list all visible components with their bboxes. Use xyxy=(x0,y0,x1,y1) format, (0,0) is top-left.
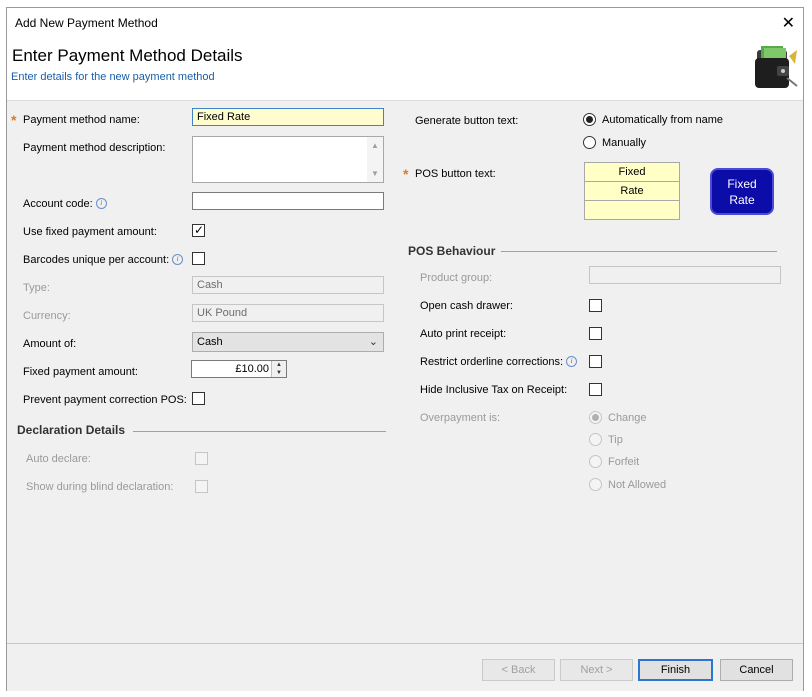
required-marker: * xyxy=(11,112,17,128)
auto-option-label[interactable]: Automatically from name xyxy=(602,114,723,126)
account-code-label: Account code: i xyxy=(23,198,107,210)
currency-field: UK Pound xyxy=(192,304,384,322)
pos-button-preview: Fixed Rate xyxy=(710,168,774,215)
stepper-buttons[interactable]: ▲ ▼ xyxy=(271,361,286,377)
next-button[interactable]: Next > xyxy=(560,659,633,681)
type-label: Type: xyxy=(23,282,50,294)
overpayment-radio-tip xyxy=(589,433,602,446)
scroll-down-icon[interactable]: ▼ xyxy=(371,169,379,178)
barcodes-label-text: Barcodes unique per account: xyxy=(23,254,170,266)
chevron-down-icon[interactable]: ⌄ xyxy=(369,335,378,348)
preview-line: Fixed xyxy=(727,177,757,191)
amount-of-label: Amount of: xyxy=(23,338,77,350)
radio-selected-dot xyxy=(586,116,593,123)
overpayment-radio-forfeit xyxy=(589,455,602,468)
radio-selected-dot xyxy=(592,414,599,421)
overpayment-option-label: Tip xyxy=(608,434,623,446)
description-textarea[interactable]: ▲ ▼ xyxy=(192,136,384,183)
section-divider xyxy=(501,251,777,252)
finish-button[interactable]: Finish xyxy=(638,659,713,681)
back-button[interactable]: < Back xyxy=(482,659,555,681)
pos-text-line[interactable]: Rate xyxy=(585,182,679,201)
prevent-correction-checkbox[interactable] xyxy=(192,392,205,405)
window-title: Add New Payment Method xyxy=(15,16,158,30)
overpayment-label: Overpayment is: xyxy=(420,412,501,424)
declaration-section-title: Declaration Details xyxy=(17,423,126,437)
amount-of-value: Cash xyxy=(197,336,223,348)
dialog-window: Add New Payment Method ✕ Enter Payment M… xyxy=(6,7,804,691)
wallet-icon xyxy=(755,46,798,88)
name-label: Payment method name: xyxy=(23,114,140,126)
blind-declaration-label: Show during blind declaration: xyxy=(26,481,174,493)
restrict-corrections-label: Restrict orderline corrections: i xyxy=(420,356,578,368)
payment-name-input[interactable]: Fixed Rate xyxy=(192,108,384,126)
auto-declare-label: Auto declare: xyxy=(26,453,91,465)
auto-radio[interactable] xyxy=(583,113,596,126)
auto-declare-checkbox xyxy=(195,452,208,465)
overpayment-option-label: Not Allowed xyxy=(608,479,667,491)
step-up-icon[interactable]: ▲ xyxy=(272,361,286,369)
product-group-label: Product group: xyxy=(420,272,493,284)
step-down-icon[interactable]: ▼ xyxy=(272,369,286,377)
generate-text-label: Generate button text: xyxy=(415,115,519,127)
account-code-label-text: Account code: xyxy=(23,198,93,210)
description-scrollbar[interactable]: ▲ ▼ xyxy=(367,137,383,182)
overpayment-radio-not-allowed xyxy=(589,478,602,491)
type-field: Cash xyxy=(192,276,384,294)
prevent-correction-label: Prevent payment correction POS: xyxy=(23,394,187,406)
blind-declaration-checkbox xyxy=(195,480,208,493)
overpayment-option-label: Change xyxy=(608,412,647,424)
form-body: * Payment method name: Fixed Rate Paymen… xyxy=(7,101,803,643)
account-code-input[interactable] xyxy=(192,192,384,210)
overpayment-radio-change xyxy=(589,411,602,424)
info-icon[interactable]: i xyxy=(566,356,578,367)
restrict-corrections-label-text: Restrict orderline corrections: xyxy=(420,356,564,368)
section-divider xyxy=(133,431,386,432)
cancel-button[interactable]: Cancel xyxy=(720,659,793,681)
fixed-amount-value: £10.00 xyxy=(235,363,269,375)
pos-behaviour-section-title: POS Behaviour xyxy=(408,244,496,258)
restrict-corrections-checkbox[interactable] xyxy=(589,355,602,368)
pos-text-line[interactable] xyxy=(585,201,679,220)
fixed-amount-label: Fixed payment amount: xyxy=(23,366,138,378)
description-label: Payment method description: xyxy=(23,142,166,154)
wizard-footer: < Back Next > Finish Cancel xyxy=(7,643,803,691)
page-subtitle: Enter details for the new payment method xyxy=(11,71,215,83)
info-icon[interactable]: i xyxy=(172,254,184,265)
barcodes-label: Barcodes unique per account: i xyxy=(23,254,184,266)
barcodes-checkbox[interactable] xyxy=(192,252,205,265)
manual-option-label[interactable]: Manually xyxy=(602,137,646,149)
page-title: Enter Payment Method Details xyxy=(12,46,243,65)
auto-print-label: Auto print receipt: xyxy=(420,328,507,340)
pos-text-line[interactable]: Fixed xyxy=(585,163,679,182)
hide-tax-label: Hide Inclusive Tax on Receipt: xyxy=(420,384,568,396)
open-drawer-label: Open cash drawer: xyxy=(420,300,513,312)
title-bar: Add New Payment Method ✕ xyxy=(7,8,803,38)
manual-radio[interactable] xyxy=(583,136,596,149)
required-marker: * xyxy=(403,166,409,182)
open-drawer-checkbox[interactable] xyxy=(589,299,602,312)
wizard-header: Enter Payment Method Details Enter detai… xyxy=(7,38,803,101)
scroll-up-icon[interactable]: ▲ xyxy=(371,141,379,150)
auto-print-checkbox[interactable] xyxy=(589,327,602,340)
amount-of-dropdown[interactable]: Cash ⌄ xyxy=(192,332,384,352)
overpayment-option-label: Forfeit xyxy=(608,456,640,468)
hide-tax-checkbox[interactable] xyxy=(589,383,602,396)
product-group-field xyxy=(589,266,781,284)
info-icon[interactable]: i xyxy=(95,198,107,209)
use-fixed-checkbox[interactable]: ✓ xyxy=(192,223,205,237)
use-fixed-label: Use fixed payment amount: xyxy=(23,226,157,238)
pos-button-text-grid[interactable]: Fixed Rate xyxy=(584,162,680,220)
preview-line: Rate xyxy=(729,193,755,207)
checkmark-icon: ✓ xyxy=(194,223,205,237)
close-icon[interactable]: ✕ xyxy=(782,13,795,33)
fixed-amount-stepper[interactable]: £10.00 ▲ ▼ xyxy=(191,360,287,378)
currency-label: Currency: xyxy=(23,310,71,322)
pos-text-label: POS button text: xyxy=(415,168,496,180)
